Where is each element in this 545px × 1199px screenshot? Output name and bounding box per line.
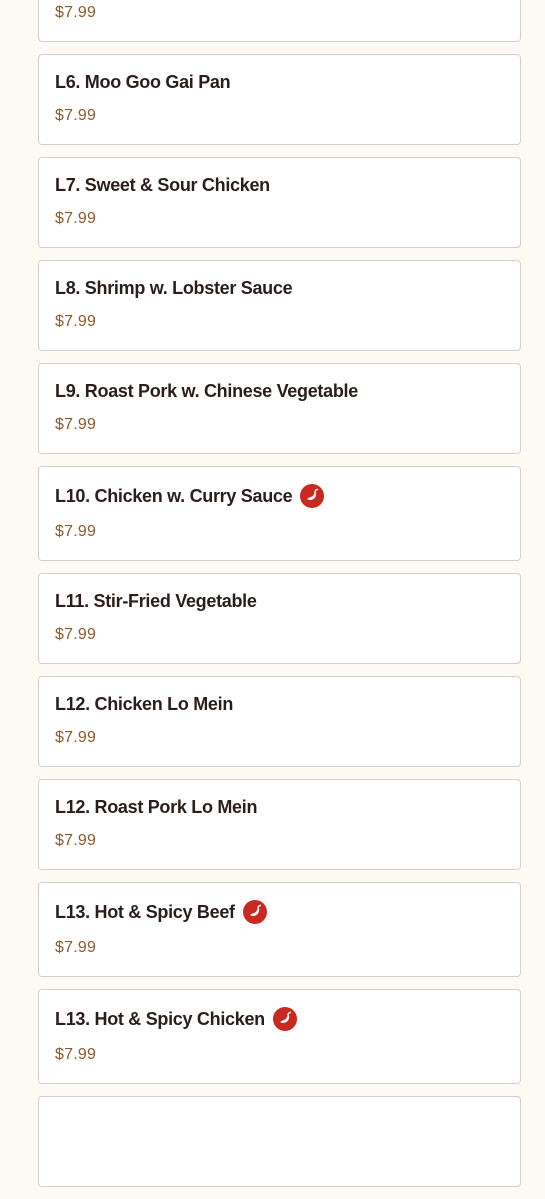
item-name-row: L12. Roast Pork Lo Mein — [55, 796, 504, 818]
item-name: L12. Roast Pork Lo Mein — [55, 796, 258, 817]
hot-pepper-icon — [300, 484, 325, 508]
item-name: L7. Sweet & Sour Chicken — [55, 174, 270, 195]
menu-item-partial-bottom[interactable] — [38, 1096, 521, 1187]
item-name-row: L13. Hot & Spicy Beef — [55, 899, 504, 925]
item-name: L13. Hot & Spicy Beef — [55, 901, 235, 922]
item-price: $7.99 — [55, 107, 97, 124]
item-name-row: L8. Shrimp w. Lobster Sauce — [55, 277, 504, 299]
item-name: L13. Hot & Spicy Chicken — [55, 1008, 265, 1029]
item-price: $7.99 — [55, 1046, 97, 1063]
item-name-row — [55, 1113, 504, 1135]
item-name: L6. Moo Goo Gai Pan — [55, 71, 231, 92]
item-price: $7.99 — [55, 729, 97, 746]
item-name-row: L10. Chicken w. Curry Sauce — [55, 483, 504, 509]
item-name-row: L11. Stir-Fried Vegetable — [55, 590, 504, 612]
item-price: $7.99 — [55, 313, 97, 330]
menu-item-l8[interactable]: L8. Shrimp w. Lobster Sauce $7.99 — [38, 260, 521, 351]
hot-pepper-icon — [272, 1007, 297, 1031]
item-price: $7.99 — [55, 939, 97, 956]
item-price: $7.99 — [55, 4, 97, 21]
item-price: $7.99 — [55, 832, 97, 849]
item-name-row: L7. Sweet & Sour Chicken — [55, 174, 504, 196]
item-price: $7.99 — [55, 416, 97, 433]
item-price: $7.99 — [55, 626, 97, 643]
hot-pepper-icon — [242, 900, 267, 924]
item-name-row: L13. Hot & Spicy Chicken — [55, 1006, 504, 1032]
menu-item-l6[interactable]: L6. Moo Goo Gai Pan $7.99 — [38, 54, 521, 145]
item-price: $7.99 — [55, 210, 97, 227]
item-name: L11. Stir-Fried Vegetable — [55, 590, 257, 611]
menu-item-l7[interactable]: L7. Sweet & Sour Chicken $7.99 — [38, 157, 521, 248]
menu-item-l12-chicken[interactable]: L12. Chicken Lo Mein $7.99 — [38, 676, 521, 767]
item-name-row: L9. Roast Pork w. Chinese Vegetable — [55, 380, 504, 402]
menu-item-l12-roast-pork[interactable]: L12. Roast Pork Lo Mein $7.99 — [38, 779, 521, 870]
menu-item-list: $7.99 L6. Moo Goo Gai Pan $7.99 L7. Swee… — [38, 0, 521, 1199]
item-name: L8. Shrimp w. Lobster Sauce — [55, 277, 293, 298]
item-name: L9. Roast Pork w. Chinese Vegetable — [55, 380, 358, 401]
menu-item-l10[interactable]: L10. Chicken w. Curry Sauce $7.99 — [38, 466, 521, 561]
item-name: L10. Chicken w. Curry Sauce — [55, 485, 293, 506]
item-price: $7.99 — [55, 523, 97, 540]
menu-item-l11[interactable]: L11. Stir-Fried Vegetable $7.99 — [38, 573, 521, 664]
menu-item-partial-top[interactable]: $7.99 — [38, 0, 521, 42]
item-name-row: L6. Moo Goo Gai Pan — [55, 71, 504, 93]
menu-item-l9[interactable]: L9. Roast Pork w. Chinese Vegetable $7.9… — [38, 363, 521, 454]
menu-item-l13-beef[interactable]: L13. Hot & Spicy Beef $7.99 — [38, 882, 521, 977]
item-name: L12. Chicken Lo Mein — [55, 693, 234, 714]
menu-item-l13-chicken[interactable]: L13. Hot & Spicy Chicken $7.99 — [38, 989, 521, 1084]
item-name-row: L12. Chicken Lo Mein — [55, 693, 504, 715]
